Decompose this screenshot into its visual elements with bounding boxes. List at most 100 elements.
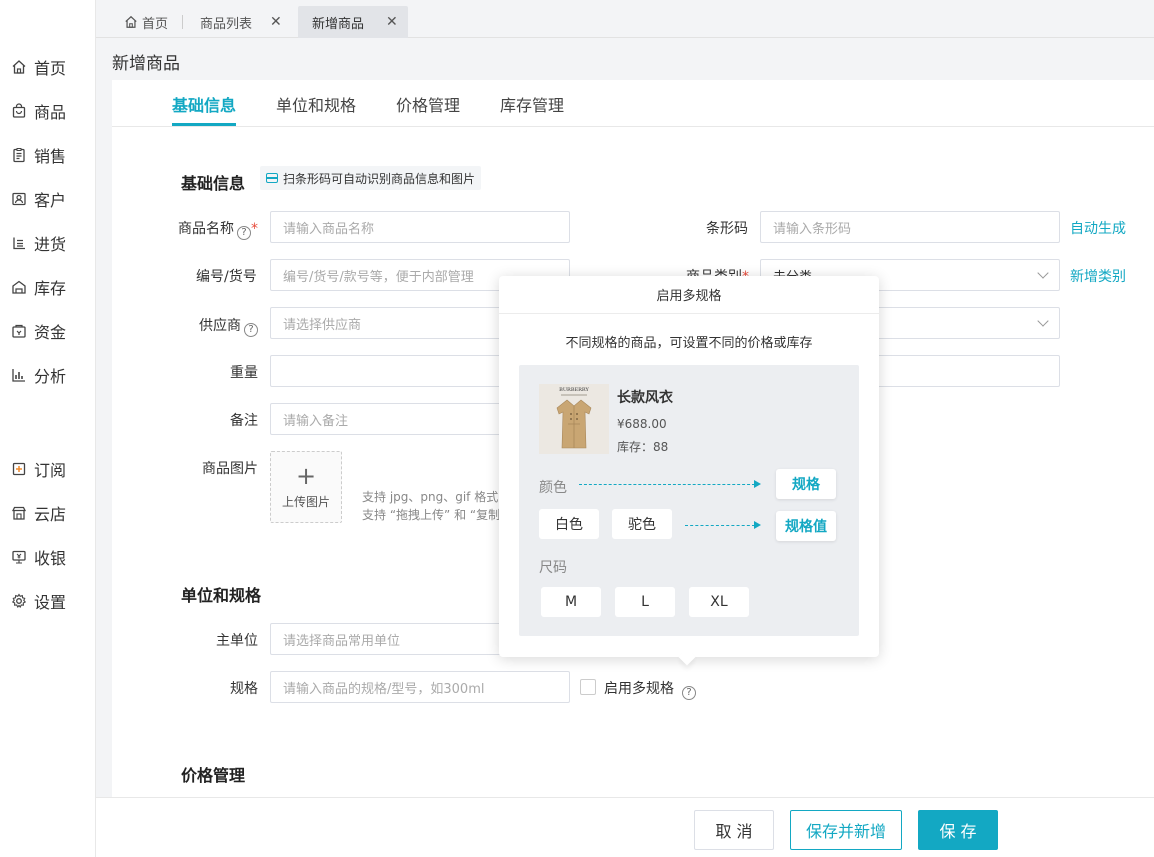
sidebar-item-funds[interactable]: 资金 [0, 316, 96, 346]
help-icon[interactable]: ? [244, 322, 258, 337]
tab-inventory[interactable]: 库存管理 [500, 92, 564, 116]
tab-label: 新增商品 [312, 16, 365, 32]
cashier-icon [11, 549, 27, 565]
tab-new-product[interactable]: 新增商品 ✕ [298, 6, 408, 38]
spec-value-tag: 规格值 [776, 511, 836, 541]
color-option-camel: 驼色 [612, 509, 672, 539]
placeholder: 请选择商品常用单位 [283, 633, 401, 649]
section-title-unit: 单位和规格 [181, 586, 262, 605]
save-and-new-button[interactable]: 保存并新增 [790, 810, 902, 850]
spec-input[interactable]: 请输入商品的规格/型号，如300ml [270, 671, 570, 703]
supplier-label: 供应商? [199, 315, 258, 337]
tab-basic-info[interactable]: 基础信息 [172, 92, 236, 116]
help-icon[interactable]: ? [237, 225, 251, 240]
size-option: L [615, 587, 675, 617]
plus-icon: + [295, 461, 317, 490]
scan-hint-text: 扫条形码可自动识别商品信息和图片 [283, 171, 476, 186]
footer-bar: 取 消 保存并新增 保 存 [96, 797, 1154, 857]
upload-label: 上传图片 [281, 494, 330, 509]
section-title-price: 价格管理 [181, 766, 246, 785]
weight-label: 重量 [230, 365, 258, 381]
sidebar-item-cashier[interactable]: 收银 [0, 542, 96, 572]
save-button[interactable]: 保 存 [918, 810, 998, 850]
product-image: BURBERRY [539, 384, 609, 454]
placeholder: 请输入条形码 [773, 221, 852, 237]
product-stock: 库存：88 [617, 440, 669, 454]
chevron-down-icon [1037, 267, 1049, 279]
multi-spec-popover: 启用多规格 不同规格的商品，可设置不同的价格或库存 BURBERRY 长款风衣 … [499, 276, 879, 666]
barcode-input[interactable]: 请输入条形码 [760, 211, 1060, 243]
product-name-input[interactable]: 请输入商品名称 [270, 211, 570, 243]
upload-note: 支持 jpg、png、gif 格式 [362, 490, 499, 504]
tab-home[interactable]: 首页 [124, 6, 197, 38]
multi-spec-checkbox[interactable] [580, 679, 596, 695]
sidebar-item-label: 首页 [34, 59, 67, 78]
help-icon[interactable]: ? [682, 685, 696, 700]
barcode-label: 条形码 [706, 221, 748, 237]
sidebar-item-label: 商品 [34, 103, 67, 122]
sidebar-item-analysis[interactable]: 分析 [0, 360, 96, 390]
tab-label: 首页 [142, 16, 169, 32]
brand-logo: BURBERRY [559, 387, 589, 393]
tab-price[interactable]: 价格管理 [396, 92, 460, 116]
new-category-link[interactable]: 新增类别 [1070, 266, 1126, 286]
scan-hint: 扫条形码可自动识别商品信息和图片 [260, 166, 482, 190]
product-name: 长款风衣 [617, 390, 673, 406]
sidebar-item-cloud-store[interactable]: 云店 [0, 498, 96, 528]
sidebar-item-label: 库存 [34, 279, 67, 298]
sidebar-item-label: 收银 [34, 549, 67, 568]
sidebar: 首页 商品 销售 客户 进货 库存 资金 分析 订阅 云店 收银 设置 [0, 0, 96, 857]
inbound-icon [11, 235, 27, 251]
sidebar-item-goods[interactable]: 商品 [0, 96, 96, 126]
content-gutter [96, 80, 112, 797]
placeholder: 请输入备注 [283, 413, 349, 429]
spec-tag: 规格 [776, 469, 836, 499]
main-unit-label: 主单位 [216, 633, 258, 649]
barcode-icon [266, 173, 278, 183]
auto-generate-link[interactable]: 自动生成 [1070, 218, 1126, 238]
label-text: 商品名称 [178, 221, 234, 237]
product-name-label: 商品名称? * [178, 218, 258, 240]
close-icon[interactable]: ✕ [270, 14, 282, 30]
cancel-button[interactable]: 取 消 [694, 810, 774, 850]
popover-title: 启用多规格 [499, 276, 879, 314]
label-text: 启用多规格 [604, 681, 674, 697]
sidebar-item-customer[interactable]: 客户 [0, 184, 96, 214]
sidebar-item-settings[interactable]: 设置 [0, 586, 96, 616]
bag-icon [11, 103, 27, 119]
tab-label: 商品列表 [200, 16, 253, 32]
store-icon [11, 505, 27, 521]
page-title: 新增商品 [112, 54, 180, 74]
close-icon[interactable]: ✕ [386, 14, 398, 30]
sidebar-item-inventory[interactable]: 库存 [0, 272, 96, 302]
section-title-basic: 基础信息 [181, 174, 246, 193]
sidebar-item-home[interactable]: 首页 [0, 52, 96, 82]
section-tabs: 基础信息 单位和规格 价格管理 库存管理 [112, 80, 1154, 127]
placeholder: 编号/货号/款号等，便于内部管理 [283, 269, 474, 285]
sidebar-item-subscribe[interactable]: 订阅 [0, 454, 96, 484]
home-icon [11, 59, 27, 75]
upload-note: 支持 “拖拽上传” 和 “复制粘贴 [362, 508, 502, 522]
page-header: 新增商品 [96, 38, 1154, 80]
sidebar-item-label: 云店 [34, 505, 67, 524]
active-tab-indicator [172, 123, 236, 126]
multi-spec-label: 启用多规格? [604, 678, 696, 700]
tab-unit-spec[interactable]: 单位和规格 [276, 92, 356, 116]
contact-card-icon [11, 191, 27, 207]
size-option: M [541, 587, 601, 617]
sidebar-item-label: 分析 [34, 367, 67, 386]
color-option-white: 白色 [539, 509, 599, 539]
upload-image-button[interactable]: + 上传图片 [270, 451, 342, 523]
home-icon [124, 15, 138, 29]
sidebar-item-purchase[interactable]: 进货 [0, 228, 96, 258]
product-price: ¥688.00 [617, 417, 667, 431]
placeholder: 请输入商品名称 [283, 221, 375, 237]
required-mark: * [251, 221, 258, 237]
size-label: 尺码 [539, 560, 567, 576]
color-label: 颜色 [539, 480, 567, 496]
sidebar-item-label: 设置 [34, 593, 67, 612]
sidebar-item-label: 订阅 [34, 461, 67, 480]
sidebar-item-label: 进货 [34, 235, 67, 254]
tab-product-list[interactable]: 商品列表 ✕ [200, 6, 282, 38]
sidebar-item-sales[interactable]: 销售 [0, 140, 96, 170]
